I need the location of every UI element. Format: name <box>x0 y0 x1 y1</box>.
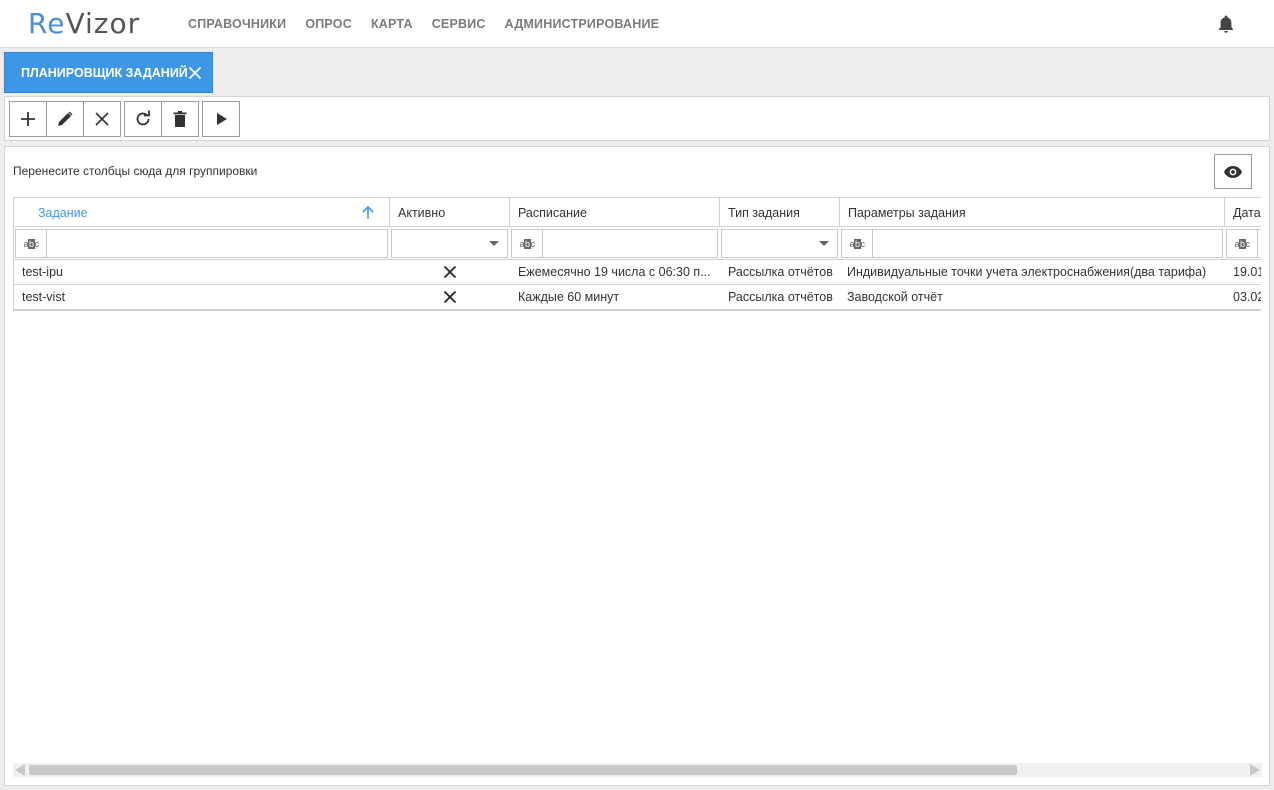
column-header-task[interactable]: Задание <box>14 198 390 227</box>
grid-filter-row: abc abc abc abc <box>14 227 1261 260</box>
filter-date: abc <box>1226 229 1261 258</box>
column-header-label: Дата <box>1233 205 1261 220</box>
grid-panel: Перенесите столбцы сюда для группировки … <box>4 146 1270 786</box>
cell-schedule: Ежемесячно 19 числа с 06:30 п... <box>518 265 710 279</box>
cell-schedule: Каждые 60 минут <box>518 290 620 304</box>
nav-item-map[interactable]: КАРТА <box>371 17 413 31</box>
cell-active <box>390 285 510 309</box>
text-filter-icon[interactable]: abc <box>842 230 873 257</box>
main-nav: СПРАВОЧНИКИ ОПРОС КАРТА СЕРВИС АДМИНИСТР… <box>188 0 678 48</box>
scrollbar-thumb[interactable] <box>29 765 1017 775</box>
cancel-button[interactable] <box>83 101 121 137</box>
scroll-right-icon[interactable] <box>1250 764 1260 776</box>
cell-task-type: Рассылка отчётов <box>728 290 833 304</box>
cell-task-params: Индивидуальные точки учета электроснабже… <box>847 265 1207 279</box>
add-button[interactable] <box>9 101 47 137</box>
column-header-label: Расписание <box>518 205 587 220</box>
text-filter-icon[interactable]: abc <box>1227 230 1258 257</box>
logo-part-re: Re <box>28 7 66 40</box>
tab-strip: ПЛАНИРОВЩИК ЗАДАНИЙ <box>0 49 1274 95</box>
cell-active <box>390 260 510 284</box>
filter-params-input[interactable] <box>874 231 1214 256</box>
filter-task-type[interactable] <box>721 229 838 258</box>
pencil-icon <box>58 111 73 126</box>
text-filter-icon[interactable]: abc <box>512 230 543 257</box>
column-header-date[interactable]: Дата <box>1225 198 1261 227</box>
tab-close-icon[interactable] <box>187 65 203 81</box>
inactive-cross-icon <box>443 290 457 304</box>
trash-icon <box>173 111 187 127</box>
cell-task: test-vist <box>22 290 66 304</box>
refresh-icon <box>136 110 150 126</box>
cell-task: test-ipu <box>22 265 63 279</box>
sort-ascending-icon <box>362 205 374 219</box>
table-row[interactable]: test-ipu Ежемесячно 19 числа с 06:30 п..… <box>14 260 1261 285</box>
tasks-grid: Задание Активно Расписание Тип задания П… <box>13 197 1261 311</box>
close-icon <box>95 112 109 126</box>
text-filter-icon[interactable]: abc <box>16 230 47 257</box>
chevron-down-icon <box>489 241 499 246</box>
refresh-button[interactable] <box>124 101 162 137</box>
play-icon <box>217 113 227 125</box>
column-header-active[interactable]: Активно <box>390 198 510 227</box>
delete-button[interactable] <box>161 101 199 137</box>
horizontal-scrollbar[interactable] <box>13 763 1262 777</box>
filter-schedule: abc <box>511 229 718 258</box>
table-row[interactable]: test-vist Каждые 60 минут Рассылка отчёт… <box>14 285 1261 310</box>
tab-task-scheduler[interactable]: ПЛАНИРОВЩИК ЗАДАНИЙ <box>4 52 213 93</box>
column-header-label: Активно <box>398 205 446 220</box>
grid-toolbar <box>4 96 1270 141</box>
filter-task: abc <box>15 229 388 258</box>
grid-header-row: Задание Активно Расписание Тип задания П… <box>14 198 1261 227</box>
inactive-cross-icon <box>443 265 457 279</box>
column-header-label: Параметры задания <box>848 205 966 220</box>
column-header-task-params[interactable]: Параметры задания <box>840 198 1225 227</box>
column-header-task-type[interactable]: Тип задания <box>720 198 840 227</box>
scroll-left-icon[interactable] <box>15 764 25 776</box>
cell-task-params: Заводской отчёт <box>847 290 943 304</box>
group-panel-hint[interactable]: Перенесите столбцы сюда для группировки <box>13 164 257 178</box>
nav-item-polling[interactable]: ОПРОС <box>305 17 352 31</box>
nav-item-references[interactable]: СПРАВОЧНИКИ <box>188 17 286 31</box>
filter-task-params: abc <box>841 229 1223 258</box>
tab-label: ПЛАНИРОВЩИК ЗАДАНИЙ <box>21 65 188 80</box>
eye-icon <box>1224 165 1242 178</box>
run-button[interactable] <box>202 101 240 137</box>
filter-task-input[interactable] <box>48 231 378 256</box>
top-header: ReVizor СПРАВОЧНИКИ ОПРОС КАРТА СЕРВИС А… <box>0 0 1274 48</box>
column-header-label: Задание <box>38 205 88 220</box>
filter-schedule-input[interactable] <box>544 231 709 256</box>
nav-item-administration[interactable]: АДМИНИСТРИРОВАНИЕ <box>505 17 660 31</box>
filter-active[interactable] <box>391 229 508 258</box>
plus-icon <box>21 112 35 126</box>
logo-part-vizor: Vizor <box>65 7 141 40</box>
column-header-schedule[interactable]: Расписание <box>510 198 720 227</box>
bell-icon[interactable] <box>1217 14 1235 34</box>
column-header-label: Тип задания <box>728 205 800 220</box>
edit-button[interactable] <box>46 101 84 137</box>
cell-date: 19.01 <box>1233 265 1261 279</box>
app-logo[interactable]: ReVizor <box>28 7 140 40</box>
column-chooser-button[interactable] <box>1214 154 1252 189</box>
nav-item-service[interactable]: СЕРВИС <box>432 17 486 31</box>
cell-date: 03.02 <box>1233 290 1261 304</box>
cell-task-type: Рассылка отчётов <box>728 265 833 279</box>
chevron-down-icon <box>819 241 829 246</box>
